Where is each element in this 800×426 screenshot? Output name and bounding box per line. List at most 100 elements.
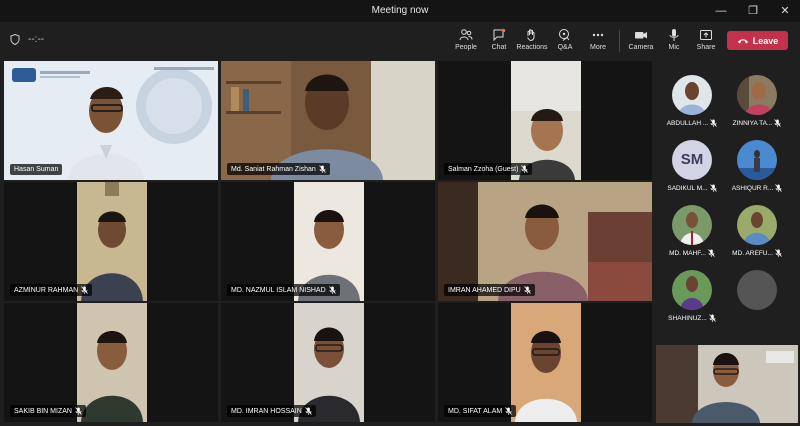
more-label: More <box>590 44 606 51</box>
avatar <box>672 75 712 115</box>
reactions-button[interactable]: Reactions <box>515 26 549 58</box>
participant-name: Hasan Suman <box>14 166 59 173</box>
shield-icon <box>10 34 20 45</box>
video-tile[interactable]: Md. Saniat Rahman Zishan <box>221 61 435 180</box>
participant-name: AZMINUR RAHMAN <box>14 286 79 294</box>
self-video <box>656 345 798 423</box>
roster-name: MD. AREFU... <box>732 249 773 257</box>
chat-icon <box>493 28 506 42</box>
mic-icon <box>669 29 679 41</box>
leave-label: Leave <box>752 35 779 46</box>
video-tile[interactable]: Salman Zzoha (Guest) <box>438 61 652 180</box>
avatar <box>737 75 777 115</box>
avatar <box>737 205 777 245</box>
participant-name-tag: Md. Saniat Rahman Zishan <box>227 163 330 175</box>
roster-item[interactable]: ZINNIYA TA... <box>727 75 787 127</box>
roster-name: MD. MAHF... <box>669 249 706 257</box>
roster-name: ZINNIYA TA... <box>732 119 773 127</box>
qa-button[interactable]: Q&A <box>548 26 582 58</box>
video-stage: Hasan Suman Md. Saniat Rahman Zishan Sal… <box>0 60 655 426</box>
more-icon <box>592 33 604 37</box>
hang-up-icon <box>737 38 748 43</box>
avatar <box>672 205 712 245</box>
video-tile[interactable]: MD. IMRAN HOSSAIN <box>221 303 435 422</box>
window-title: Meeting now <box>371 5 429 16</box>
minimize-button[interactable]: — <box>708 2 734 20</box>
participant-name: MD. NAZMUL ISLAM NISHAD <box>231 286 326 294</box>
share-button[interactable]: Share <box>689 26 723 58</box>
avatar-initials: SM <box>672 140 712 180</box>
participant-roster: ABDULLAH ... ZINNIYA TA... SM SADIKUL M.… <box>655 60 800 345</box>
avatar <box>672 270 712 310</box>
chat-button[interactable]: Chat <box>482 26 516 58</box>
roster-item[interactable]: ABDULLAH ... <box>662 75 722 127</box>
mic-muted-icon <box>523 286 531 294</box>
title-bar: Meeting now — ❐ ✕ <box>0 0 800 22</box>
chat-label: Chat <box>491 44 507 51</box>
participant-video <box>77 303 147 422</box>
mic-muted-icon <box>521 165 529 173</box>
participant-video <box>4 61 218 180</box>
more-button[interactable]: More <box>581 26 615 58</box>
maximize-button[interactable]: ❐ <box>740 2 766 20</box>
close-button[interactable]: ✕ <box>772 2 798 20</box>
timer-text: --:-- <box>28 34 45 45</box>
video-tile[interactable]: MD. SIFAT ALAM <box>438 303 652 422</box>
mic-muted-icon <box>709 184 717 192</box>
self-video-preview[interactable] <box>656 345 798 423</box>
share-label: Share <box>696 44 716 51</box>
mic-muted-icon <box>81 286 88 294</box>
share-icon <box>700 30 712 40</box>
mic-label: Mic <box>668 44 680 51</box>
participant-name-tag: MD. IMRAN HOSSAIN <box>227 405 316 417</box>
mic-muted-icon <box>774 119 782 127</box>
participant-name: Md. Saniat Rahman Zishan <box>231 165 316 173</box>
mic-muted-icon <box>709 314 716 322</box>
video-tile[interactable]: AZMINUR RAHMAN <box>4 182 218 301</box>
roster-name: SHAHINUZ... <box>668 314 707 322</box>
participant-name-tag: MD. NAZMUL ISLAM NISHAD <box>227 284 340 296</box>
mic-muted-icon <box>710 119 718 127</box>
participant-name-tag: Hasan Suman <box>10 164 63 175</box>
participant-name: SAKIB BIN MIZAN <box>14 407 72 415</box>
video-tile[interactable]: IMRAN AHAMED DIPU <box>438 182 652 301</box>
participant-name-tag: Salman Zzoha (Guest) <box>444 163 533 175</box>
video-tile[interactable]: MD. NAZMUL ISLAM NISHAD <box>221 182 435 301</box>
roster-item[interactable]: MD. MAHF... <box>662 205 722 257</box>
participant-name: MD. IMRAN HOSSAIN <box>231 407 302 415</box>
mic-muted-icon <box>75 407 82 415</box>
roster-item[interactable]: SHAHINUZ... <box>662 270 722 322</box>
roster-name: ASHIQUR R... <box>731 184 774 192</box>
participant-name-tag: IMRAN AHAMED DIPU <box>444 284 535 296</box>
mic-muted-icon <box>505 407 513 415</box>
camera-label: Camera <box>628 44 654 51</box>
camera-button[interactable]: Camera <box>624 26 658 58</box>
participant-name-tag: MD. SIFAT ALAM <box>444 405 517 417</box>
mic-muted-icon <box>319 165 326 173</box>
roster-name: ABDULLAH ... <box>666 119 709 127</box>
people-button[interactable]: People <box>449 26 483 58</box>
video-tile[interactable]: SAKIB BIN MIZAN <box>4 303 218 422</box>
roster-item[interactable]: MD. AREFU... <box>727 205 787 257</box>
reactions-icon <box>527 29 535 41</box>
video-tile[interactable]: Hasan Suman <box>4 61 218 180</box>
mic-button[interactable]: Mic <box>657 26 691 58</box>
roster-item[interactable]: ASHIQUR R... <box>727 140 787 192</box>
roster-item-placeholder[interactable] <box>727 270 787 310</box>
people-icon <box>459 29 473 41</box>
qa-label: Q&A <box>557 44 573 51</box>
avatar-placeholder <box>737 270 777 310</box>
roster-name: SADIKUL M... <box>667 184 708 192</box>
participant-video <box>511 303 581 422</box>
reactions-label: Reactions <box>516 44 548 51</box>
meeting-timer: --:-- <box>10 34 44 45</box>
mic-muted-icon <box>304 407 312 415</box>
participant-name: MD. SIFAT ALAM <box>448 407 503 415</box>
people-label: People <box>455 44 477 51</box>
toolbar-divider <box>619 30 620 52</box>
mic-muted-icon <box>328 286 336 294</box>
participant-name: IMRAN AHAMED DIPU <box>448 286 521 294</box>
roster-item[interactable]: SM SADIKUL M... <box>662 140 722 192</box>
leave-button[interactable]: Leave <box>727 31 788 50</box>
participant-name-tag: SAKIB BIN MIZAN <box>10 405 86 417</box>
